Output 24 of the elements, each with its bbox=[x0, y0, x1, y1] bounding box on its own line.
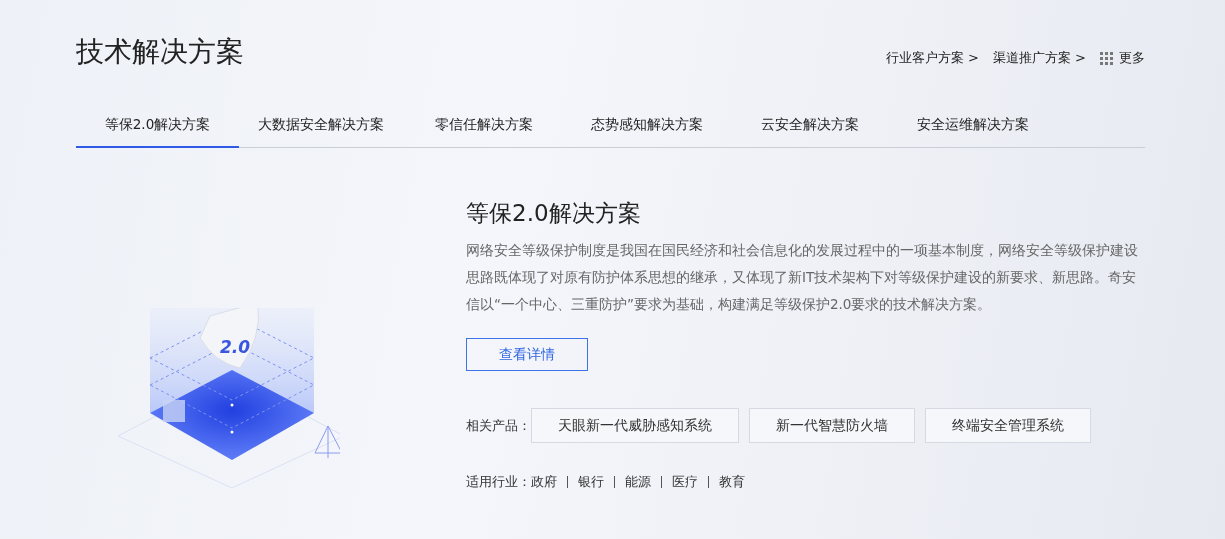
solution-title: 等保2.0解决方案 bbox=[466, 199, 642, 228]
tab[interactable]: 态势感知解决方案 bbox=[565, 108, 728, 148]
more-link[interactable]: 更多 bbox=[1100, 49, 1145, 67]
industries-label: 适用行业： bbox=[466, 473, 531, 491]
industry-tag: 政府 bbox=[531, 473, 557, 491]
tab[interactable]: 零信任解决方案 bbox=[402, 108, 565, 148]
products-label: 相关产品： bbox=[466, 416, 531, 435]
grid-icon bbox=[1100, 51, 1113, 65]
tab[interactable]: 安全运维解决方案 bbox=[891, 108, 1054, 148]
solution-description: 网络安全等级保护制度是我国在国民经济和社会信息化的发展过程中的一项基本制度，网络安全等级保护建设思路既体现了对原有防护体系思想的继承，又体现了新IT技术架构下对等级保护建设的新要求、新思路。奇安信以“一个中心、三重防护”要求为基础，构建满足等级保护2.0要求的技术解决方案。 bbox=[466, 241, 1139, 314]
view-details-button[interactable]: 查看详情 bbox=[466, 338, 588, 371]
tab[interactable]: 云安全解决方案 bbox=[728, 108, 891, 148]
industry-tag: 能源 bbox=[625, 473, 651, 491]
tab[interactable]: 大数据安全解决方案 bbox=[239, 108, 402, 148]
industry-tag: 医疗 bbox=[672, 473, 698, 491]
product-button[interactable]: 新一代智慧防火墙 bbox=[749, 408, 915, 443]
product-button[interactable]: 天眼新一代威胁感知系统 bbox=[531, 408, 739, 443]
tab[interactable]: 等保2.0解决方案 bbox=[76, 108, 239, 148]
product-button[interactable]: 终端安全管理系统 bbox=[925, 408, 1091, 443]
industry-tag: 教育 bbox=[719, 473, 745, 491]
header-link[interactable]: 行业客户方案 > bbox=[885, 49, 979, 67]
page-title: 技术解决方案 bbox=[76, 34, 244, 70]
industry-tag: 银行 bbox=[578, 473, 604, 491]
header-link[interactable]: 渠道推广方案 > bbox=[992, 49, 1086, 67]
